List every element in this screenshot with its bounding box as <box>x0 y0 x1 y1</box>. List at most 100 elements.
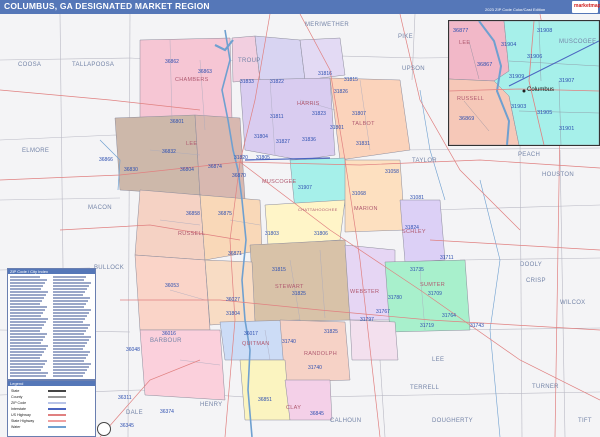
county-label: HENRY <box>200 402 223 408</box>
legend-item: Interstate <box>11 407 26 411</box>
zip-label: 36374 <box>160 409 174 415</box>
legend-swatch <box>48 402 66 404</box>
zip-label: 36845 <box>310 411 324 417</box>
map-title: COLUMBUS, GA DESIGNATED MARKET REGION <box>4 1 210 11</box>
zip-label: 31824 <box>405 225 419 231</box>
zip-label: 31803 <box>265 231 279 237</box>
county-label: CLAY <box>286 405 302 411</box>
county-label: HOUSTON <box>542 172 574 178</box>
zip-index-row <box>10 372 48 374</box>
zip-index-row <box>10 291 48 293</box>
county-label: LEE <box>186 141 198 147</box>
legend-swatch <box>48 396 66 398</box>
zip-index-row <box>53 372 85 374</box>
zip-label: 36053 <box>165 283 179 289</box>
inset-city-label: Columbus <box>527 87 555 93</box>
zip-label: 31807 <box>352 111 366 117</box>
zip-label: 36863 <box>198 69 212 75</box>
zip-label: 31805 <box>256 155 270 161</box>
zip-label: 31709 <box>428 291 442 297</box>
zip-index-row <box>53 330 86 332</box>
zip-label: 31822 <box>270 79 284 85</box>
zip-label: 36851 <box>258 397 272 403</box>
zip-index-row <box>53 342 87 344</box>
zip-label: 36875 <box>218 211 232 217</box>
zip-label: 36830 <box>124 167 138 173</box>
zip-label: 36874 <box>208 164 222 170</box>
county-label: SUMTER <box>420 282 446 288</box>
edition-label: 2023 ZIP Code Color/Cast Edition <box>485 7 546 12</box>
inset-county-label: LEE <box>459 40 471 46</box>
county-label: COOSA <box>18 62 42 68</box>
zip-label: 31068 <box>352 191 366 197</box>
zip-label: 36016 <box>162 331 176 337</box>
zip-label: 36027 <box>226 297 240 303</box>
county-label: DOOLY <box>520 262 543 268</box>
zip-index-row <box>53 276 86 278</box>
zip-label: 36871 <box>228 251 242 257</box>
county-label: TERRELL <box>410 385 440 391</box>
zip-label: 36832 <box>162 149 176 155</box>
zip-label: 31801 <box>330 125 344 131</box>
zip-index-row <box>10 321 46 323</box>
legend-item: US Highway <box>11 413 31 417</box>
zip-label: 31081 <box>410 195 424 201</box>
county-label: BULLOCK <box>94 265 125 271</box>
zip-index-row <box>10 369 41 371</box>
county-label: HARRIS <box>297 101 320 107</box>
zip-index-header: ZIP Code / City Index <box>8 269 95 274</box>
zip-index-row <box>53 297 90 299</box>
zip-index-row <box>10 288 41 290</box>
zip-label: 31711 <box>440 255 454 261</box>
zip-index-row <box>53 306 84 308</box>
county-label: RANDOLPH <box>304 351 337 357</box>
zip-label: 31825 <box>292 291 306 297</box>
legend-item: County <box>11 395 23 399</box>
zip-index-row <box>53 279 84 281</box>
legend-swatch <box>48 420 66 422</box>
zip-index-row <box>10 324 44 326</box>
county-label: WILCOX <box>560 300 586 306</box>
inset-zip-label: 31906 <box>527 54 543 60</box>
zip-index-row <box>53 309 91 311</box>
inset-zip-label: 31909 <box>509 74 525 80</box>
zip-index-row <box>10 351 44 353</box>
zip-index-row <box>53 294 83 296</box>
map-legend: Legend State County ZIP Code Interstate … <box>7 380 96 437</box>
zip-index-row <box>53 336 91 338</box>
zip-index-row <box>10 303 40 305</box>
zip-label: 31823 <box>312 111 326 117</box>
inset-zip-label: 36867 <box>477 62 493 68</box>
zip-index-row <box>53 357 86 359</box>
zip-label: 36345 <box>120 423 134 429</box>
zip-index-row <box>10 300 42 302</box>
legend-item: Water <box>11 425 21 429</box>
county-label: TIFT <box>578 418 592 424</box>
zip-label: 31833 <box>240 79 254 85</box>
county-label: TALBOT <box>352 121 375 127</box>
zip-label: 31740 <box>282 339 296 345</box>
inset-zip-label: 36869 <box>459 116 475 122</box>
zip-label: 31816 <box>318 71 332 77</box>
zip-index-row <box>53 339 89 341</box>
zip-label: 36801 <box>170 119 184 125</box>
zip-label: 31827 <box>276 139 290 145</box>
zip-label: 36048 <box>126 347 140 353</box>
zip-label: 31735 <box>410 267 424 273</box>
zip-index-row <box>53 318 85 320</box>
zip-label: 31797 <box>360 317 374 323</box>
zip-index-row <box>10 279 47 281</box>
county-label: RUSSELL <box>178 231 206 237</box>
zip-label: 31719 <box>420 323 434 329</box>
zip-index-row <box>10 294 46 296</box>
county-label: MACON <box>88 205 112 211</box>
legend-item: State <box>11 389 20 393</box>
zip-index-row <box>53 360 84 362</box>
county-label: PIKE <box>398 34 413 40</box>
zip-index-row <box>53 300 88 302</box>
title-bar: COLUMBUS, GA DESIGNATED MARKET REGION 20… <box>0 0 600 14</box>
county-label: CHATTAHOOCHEE <box>298 207 338 212</box>
county-label: TURNER <box>532 384 559 390</box>
zip-label: 31058 <box>385 169 399 175</box>
zip-label: 36870 <box>232 173 246 179</box>
